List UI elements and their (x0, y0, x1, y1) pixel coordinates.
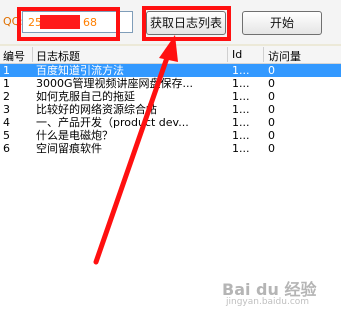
baidu-watermark-url: jingyan.baidu.com (226, 297, 310, 307)
